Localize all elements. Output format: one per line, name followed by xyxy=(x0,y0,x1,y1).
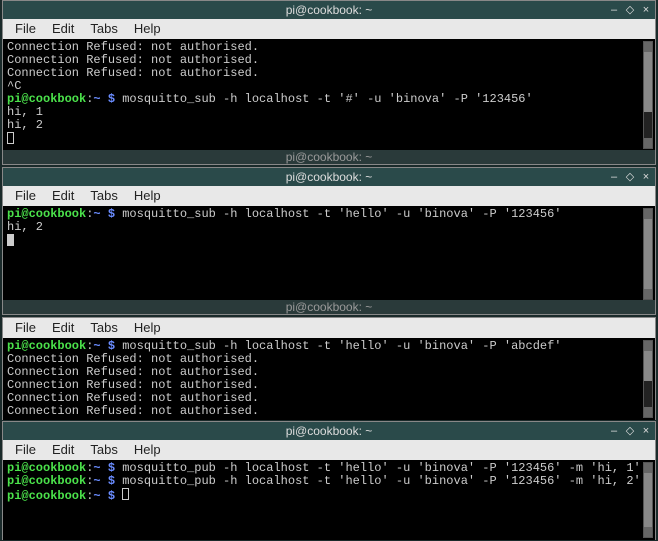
window-controls: – ◇ × xyxy=(609,1,651,19)
menubar: File Edit Tabs Help xyxy=(3,440,655,460)
terminal-output: pi@cookbook:~ $ mosquitto_pub -h localho… xyxy=(7,462,651,503)
window-controls: – ◇ × xyxy=(609,422,651,440)
menu-help[interactable]: Help xyxy=(128,318,167,338)
window-title: pi@cookbook: ~ xyxy=(286,3,373,17)
maximize-icon[interactable]: ◇ xyxy=(625,172,635,182)
scroll-up-icon[interactable] xyxy=(644,42,652,52)
menubar: File Edit Tabs Help xyxy=(3,19,655,39)
maximize-icon[interactable]: ◇ xyxy=(625,5,635,15)
terminal-output: pi@cookbook:~ $ mosquitto_sub -h localho… xyxy=(7,340,651,418)
scrollbar[interactable] xyxy=(643,41,653,149)
scrollbar[interactable] xyxy=(643,462,653,538)
scroll-down-icon[interactable] xyxy=(644,407,652,417)
menubar: File Edit Tabs Help xyxy=(3,318,655,338)
scroll-thumb[interactable] xyxy=(644,219,652,289)
obscured-titlebar: pi@cookbook: ~ xyxy=(3,300,655,314)
menu-help[interactable]: Help xyxy=(128,186,167,206)
terminal-window-3: File Edit Tabs Help pi@cookbook:~ $ mosq… xyxy=(2,317,656,420)
menu-edit[interactable]: Edit xyxy=(46,186,80,206)
menu-edit[interactable]: Edit xyxy=(46,19,80,39)
terminal-output: Connection Refused: not authorised.Conne… xyxy=(7,41,651,147)
close-icon[interactable]: × xyxy=(641,172,651,182)
maximize-icon[interactable]: ◇ xyxy=(625,426,635,436)
terminal-window-4: pi@cookbook: ~ – ◇ × File Edit Tabs Help… xyxy=(2,421,656,540)
menu-tabs[interactable]: Tabs xyxy=(84,19,123,39)
scrollbar[interactable] xyxy=(643,340,653,418)
terminal-output: pi@cookbook:~ $ mosquitto_sub -h localho… xyxy=(7,208,651,249)
window-controls: – ◇ × xyxy=(609,168,651,186)
scroll-down-icon[interactable] xyxy=(644,138,652,148)
menu-edit[interactable]: Edit xyxy=(46,318,80,338)
terminal-area[interactable]: pi@cookbook:~ $ mosquitto_sub -h localho… xyxy=(3,206,655,302)
terminal-area[interactable]: pi@cookbook:~ $ mosquitto_sub -h localho… xyxy=(3,338,655,420)
scroll-down-icon[interactable] xyxy=(644,289,652,299)
titlebar[interactable]: pi@cookbook: ~ – ◇ × xyxy=(3,422,655,440)
window-title: pi@cookbook: ~ xyxy=(286,424,373,438)
titlebar[interactable]: pi@cookbook: ~ – ◇ × xyxy=(3,168,655,186)
scroll-up-icon[interactable] xyxy=(644,209,652,219)
scroll-thumb[interactable] xyxy=(644,473,652,527)
scroll-thumb[interactable] xyxy=(644,351,652,381)
menu-tabs[interactable]: Tabs xyxy=(84,186,123,206)
menu-file[interactable]: File xyxy=(9,19,42,39)
menu-file[interactable]: File xyxy=(9,318,42,338)
minimize-icon[interactable]: – xyxy=(609,172,619,182)
minimize-icon[interactable]: – xyxy=(609,426,619,436)
menu-tabs[interactable]: Tabs xyxy=(84,440,123,460)
scrollbar[interactable] xyxy=(643,208,653,300)
menu-tabs[interactable]: Tabs xyxy=(84,318,123,338)
close-icon[interactable]: × xyxy=(641,426,651,436)
terminal-area[interactable]: pi@cookbook:~ $ mosquitto_pub -h localho… xyxy=(3,460,655,540)
menu-edit[interactable]: Edit xyxy=(46,440,80,460)
scroll-thumb[interactable] xyxy=(644,52,652,112)
scroll-up-icon[interactable] xyxy=(644,463,652,473)
scroll-up-icon[interactable] xyxy=(644,341,652,351)
menu-help[interactable]: Help xyxy=(128,19,167,39)
terminal-window-2: pi@cookbook: ~ – ◇ × File Edit Tabs Help… xyxy=(2,167,656,315)
menu-file[interactable]: File xyxy=(9,440,42,460)
window-title: pi@cookbook: ~ xyxy=(286,170,373,184)
menu-help[interactable]: Help xyxy=(128,440,167,460)
titlebar[interactable]: pi@cookbook: ~ – ◇ × xyxy=(3,1,655,19)
scroll-down-icon[interactable] xyxy=(644,527,652,537)
obscured-titlebar: pi@cookbook: ~ xyxy=(3,150,655,164)
terminal-area[interactable]: Connection Refused: not authorised.Conne… xyxy=(3,39,655,151)
minimize-icon[interactable]: – xyxy=(609,5,619,15)
menubar: File Edit Tabs Help xyxy=(3,186,655,206)
terminal-window-1: pi@cookbook: ~ – ◇ × File Edit Tabs Help… xyxy=(2,0,656,165)
menu-file[interactable]: File xyxy=(9,186,42,206)
close-icon[interactable]: × xyxy=(641,5,651,15)
